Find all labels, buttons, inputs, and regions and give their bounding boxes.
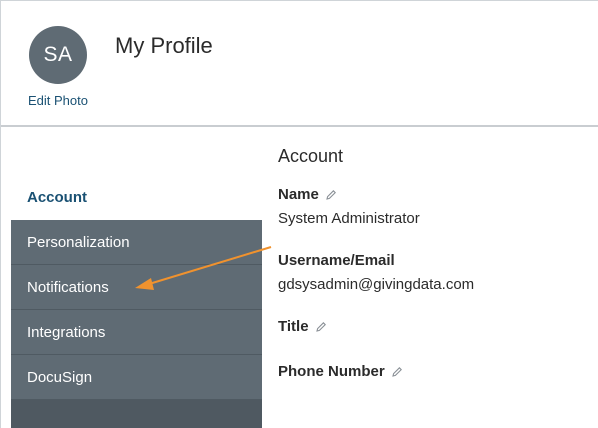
sidebar-item-personalization[interactable]: Personalization [11,220,262,265]
title-label-text: Title [278,318,309,335]
profile-page: SA Edit Photo My Profile Account Persona… [0,0,598,428]
phone-label-text: Phone Number [278,363,385,380]
name-label-text: Name [278,186,319,203]
sidebar-item-docusign[interactable]: DocuSign [11,355,262,400]
sidebar-item-label: Account [27,189,87,206]
profile-header: SA Edit Photo My Profile [1,1,598,127]
avatar-initials: SA [43,43,73,66]
username-value: gdsysadmin@givingdata.com [278,276,475,293]
title-label: Title [278,318,327,335]
sidebar-filler [11,400,262,428]
profile-sidebar: Account Personalization Notifications In… [11,175,262,428]
username-label-text: Username/Email [278,252,395,269]
sidebar-item-account[interactable]: Account [11,175,262,220]
username-label: Username/Email [278,252,395,269]
section-title: Account [278,146,344,166]
name-value: System Administrator [278,210,420,227]
phone-label: Phone Number [278,363,403,380]
sidebar-item-label: Personalization [27,233,130,251]
sidebar-item-integrations[interactable]: Integrations [11,310,262,355]
name-label: Name [278,186,337,203]
sidebar-item-label: Notifications [27,278,109,296]
avatar[interactable]: SA [29,26,87,84]
sidebar-item-label: DocuSign [27,368,93,386]
page-title: My Profile [115,33,213,58]
sidebar-item-label: Integrations [27,323,106,341]
edit-name-pencil-icon[interactable] [325,189,337,201]
sidebar-item-notifications[interactable]: Notifications [11,265,262,310]
edit-photo-link[interactable]: Edit Photo [28,93,88,108]
edit-phone-pencil-icon[interactable] [391,366,403,378]
edit-title-pencil-icon[interactable] [315,321,327,333]
